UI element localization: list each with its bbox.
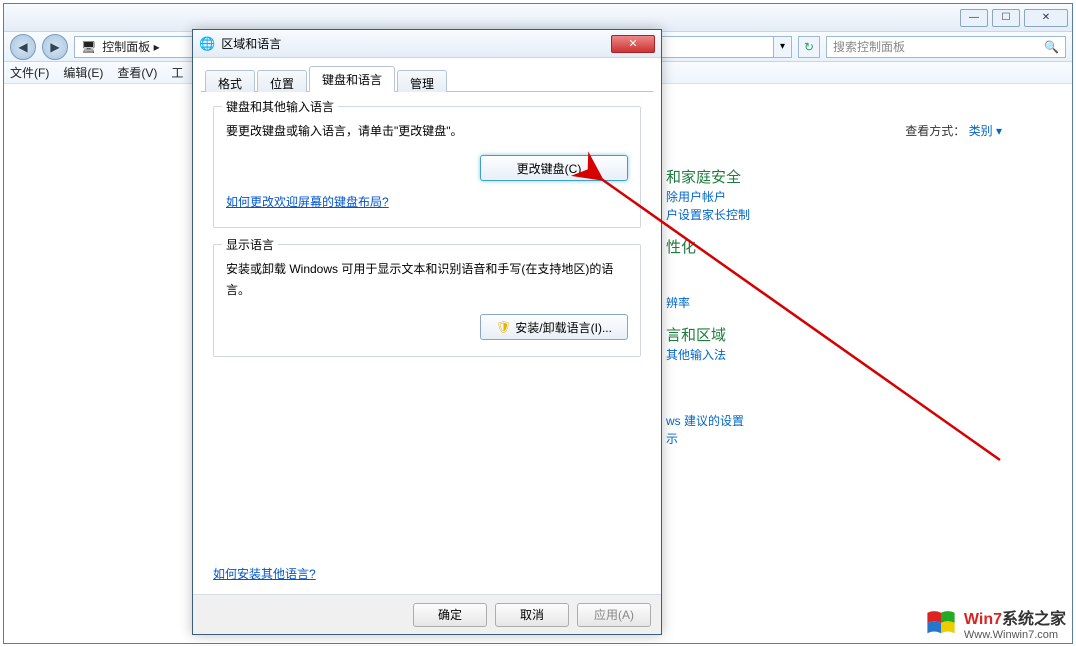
- chevron-down-icon[interactable]: ▾: [996, 124, 1002, 138]
- watermark: Win7系统之家 Www.Winwin7.com: [924, 605, 1066, 641]
- display-language-group-text: 安装或卸载 Windows 可用于显示文本和识别语音和手写(在支持地区)的语言。: [226, 259, 628, 300]
- category-personalization[interactable]: 性化: [666, 236, 696, 257]
- keyboard-layout-help-link[interactable]: 如何更改欢迎屏幕的键盘布局?: [226, 193, 389, 210]
- minimize-button[interactable]: —: [960, 9, 988, 27]
- tab-format[interactable]: 格式: [205, 70, 255, 92]
- close-button[interactable]: ✕: [1024, 9, 1068, 27]
- refresh-button[interactable]: ↻: [798, 36, 820, 58]
- watermark-url: Www.Winwin7.com: [964, 629, 1066, 641]
- watermark-brand: Win7系统之家: [964, 605, 1066, 629]
- display-language-group-title: 显示语言: [222, 236, 278, 253]
- keyboard-group-text: 要更改键盘或输入语言，请单击"更改键盘"。: [226, 121, 628, 141]
- link-other-ime[interactable]: 其他输入法: [666, 346, 726, 363]
- link-display[interactable]: 示: [666, 430, 678, 447]
- category-family-safety[interactable]: 和家庭安全: [666, 166, 741, 187]
- search-input[interactable]: 搜索控制面板 🔍: [826, 36, 1066, 58]
- tab-keyboard-language[interactable]: 键盘和语言: [309, 66, 395, 92]
- tab-location[interactable]: 位置: [257, 70, 307, 92]
- tab-admin[interactable]: 管理: [397, 70, 447, 92]
- keyboard-group: 键盘和其他输入语言 要更改键盘或输入语言，请单击"更改键盘"。 更改键盘(C).…: [213, 106, 641, 228]
- dialog-titlebar: 🌐 区域和语言 ✕: [193, 30, 661, 58]
- install-uninstall-language-label: 安装/卸载语言(I)...: [515, 319, 612, 336]
- dialog-footer: 确定 取消 应用(A): [193, 594, 661, 634]
- category-language-region[interactable]: 言和区域: [666, 324, 726, 345]
- nav-back-button[interactable]: ◀: [10, 34, 36, 60]
- install-other-language-help-link[interactable]: 如何安装其他语言?: [213, 565, 316, 582]
- link-resolution[interactable]: 辨率: [666, 294, 690, 311]
- tab-content: 键盘和其他输入语言 要更改键盘或输入语言，请单击"更改键盘"。 更改键盘(C).…: [201, 92, 653, 387]
- nav-forward-button[interactable]: ▶: [42, 34, 68, 60]
- search-placeholder: 搜索控制面板: [833, 38, 905, 55]
- tab-strip: 格式 位置 键盘和语言 管理: [201, 66, 653, 92]
- dialog-body: 格式 位置 键盘和语言 管理 键盘和其他输入语言 要更改键盘或输入语言，请单击"…: [201, 66, 653, 592]
- view-mode-value[interactable]: 类别: [969, 124, 993, 138]
- control-panel-icon: 🖥: [81, 40, 96, 54]
- ok-button[interactable]: 确定: [413, 603, 487, 627]
- maximize-button[interactable]: ☐: [992, 9, 1020, 27]
- display-language-group: 显示语言 安装或卸载 Windows 可用于显示文本和识别语音和手写(在支持地区…: [213, 244, 641, 357]
- menu-tools[interactable]: 工: [171, 64, 183, 81]
- menu-edit[interactable]: 编辑(E): [63, 64, 103, 81]
- link-remove-user[interactable]: 除用户帐户: [666, 188, 726, 205]
- link-parental-control[interactable]: 户设置家长控制: [666, 206, 750, 223]
- cancel-button[interactable]: 取消: [495, 603, 569, 627]
- keyboard-group-title: 键盘和其他输入语言: [222, 98, 338, 115]
- menu-view[interactable]: 查看(V): [117, 64, 157, 81]
- link-recommended[interactable]: ws 建议的设置: [666, 412, 744, 429]
- apply-button[interactable]: 应用(A): [577, 603, 651, 627]
- shield-icon: 🛡: [496, 320, 511, 334]
- search-icon: 🔍: [1044, 40, 1059, 54]
- globe-icon: 🌐: [199, 36, 215, 52]
- window-titlebar: — ☐ ✕: [4, 4, 1072, 32]
- address-path: 控制面板 ▸: [102, 38, 159, 55]
- dialog-title-text: 区域和语言: [221, 35, 281, 52]
- dialog-close-button[interactable]: ✕: [611, 35, 655, 53]
- address-dropdown-button[interactable]: ▾: [774, 36, 792, 58]
- install-uninstall-language-button[interactable]: 🛡 安装/卸载语言(I)...: [480, 314, 628, 340]
- change-keyboard-button[interactable]: 更改键盘(C)...: [480, 155, 628, 181]
- region-language-dialog: 🌐 区域和语言 ✕ 格式 位置 键盘和语言 管理 键盘和其他输入语言 要更改键盘…: [192, 29, 662, 635]
- windows-logo-icon: [924, 606, 958, 640]
- view-mode-label: 查看方式：: [905, 124, 965, 138]
- menu-file[interactable]: 文件(F): [10, 64, 49, 81]
